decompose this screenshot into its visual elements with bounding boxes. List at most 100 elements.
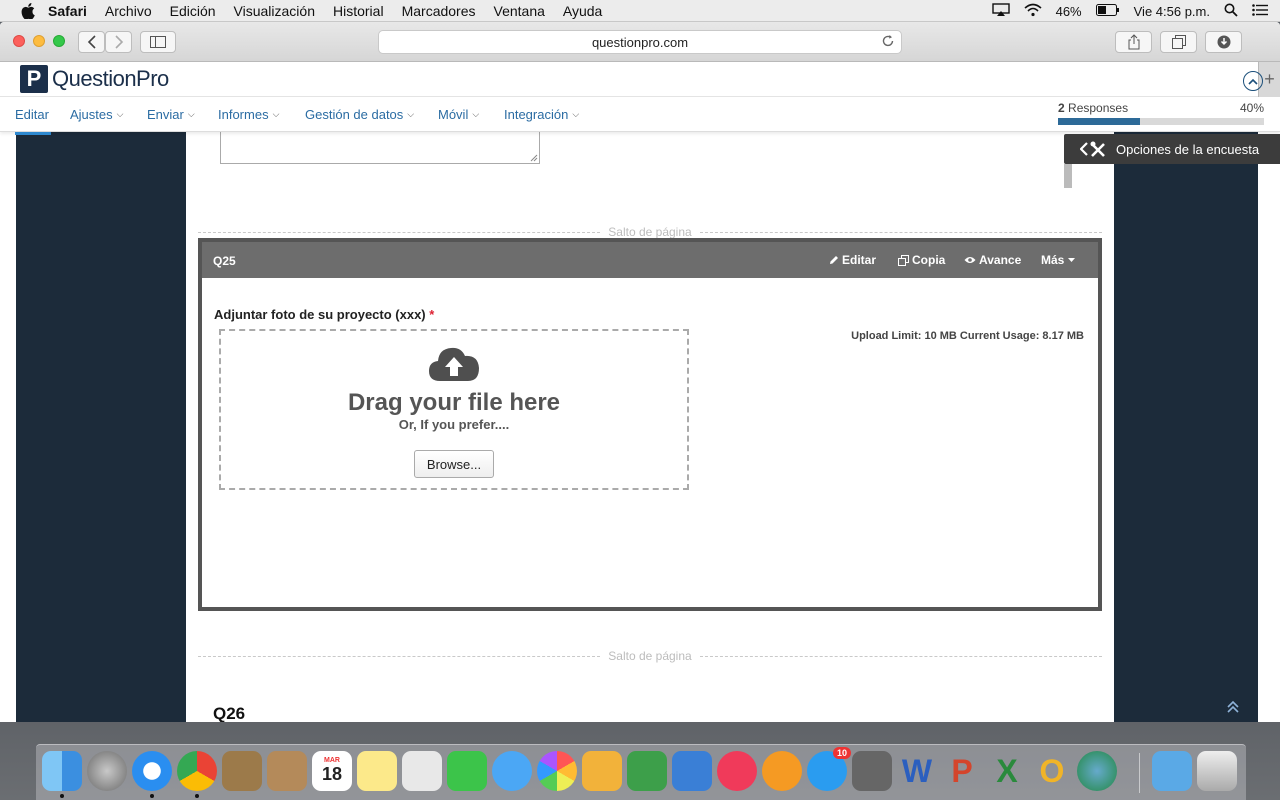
tabs-overview-button[interactable] (1160, 31, 1197, 53)
app-store-badge: 10 (832, 747, 851, 759)
downloads-button[interactable] (1205, 31, 1242, 53)
chevron-down-icon: ⌵ (472, 109, 480, 119)
chevron-down-icon: ⌵ (116, 109, 124, 119)
spotlight-icon[interactable] (1224, 3, 1238, 20)
survey-options-button[interactable]: Opciones de la encuesta (1064, 134, 1280, 164)
itunes-icon[interactable] (717, 751, 757, 791)
menubar-clock[interactable]: Vie 4:56 p.m. (1134, 4, 1210, 19)
tab-movil[interactable]: Móvil ⌵ (438, 107, 479, 122)
question-title: Adjuntar foto de su proyecto (xxx) * (214, 307, 435, 322)
back-button[interactable] (78, 31, 105, 53)
word-icon[interactable]: W (897, 751, 937, 791)
questionpro-logo[interactable]: P QuestionPro (20, 65, 169, 93)
question-q25[interactable]: Q25 Editar Copia Avance Más Adjuntar fot… (198, 238, 1102, 611)
cloud-upload-icon (429, 347, 479, 381)
sidebar-toggle-button[interactable] (140, 31, 176, 53)
tab-ajustes[interactable]: Ajustes ⌵ (70, 107, 123, 122)
pages-icon[interactable] (582, 751, 622, 791)
chrome-icon[interactable] (177, 751, 217, 791)
file-drop-zone[interactable]: Drag your file here Or, If you prefer...… (219, 329, 689, 490)
messages-icon[interactable] (492, 751, 532, 791)
battery-percent: 46% (1055, 3, 1082, 19)
running-indicator (60, 794, 64, 798)
wifi-icon[interactable] (1024, 3, 1042, 20)
apple-icon[interactable] (20, 2, 36, 19)
more-options-button[interactable]: Más (1041, 253, 1076, 267)
tab-editar[interactable]: Editar (15, 107, 49, 122)
tab-informes[interactable]: Informes ⌵ (218, 107, 279, 122)
question-q26-number[interactable]: Q26 (213, 704, 245, 722)
scroll-to-top-button[interactable] (1226, 700, 1244, 718)
forward-button[interactable] (105, 31, 132, 53)
powerpoint-icon[interactable]: P (942, 751, 982, 791)
safari-window: questionpro.com + P QuestionPro Editar A… (0, 22, 1280, 722)
tab-label: Móvil (438, 107, 469, 122)
browse-button[interactable]: Browse... (414, 450, 494, 478)
ibooks-icon[interactable] (762, 751, 802, 791)
tabs-icon (1171, 35, 1186, 49)
finder-icon[interactable] (42, 751, 82, 791)
system-preferences-icon[interactable] (852, 751, 892, 791)
left-sidebar (16, 132, 186, 722)
contacts-icon[interactable] (267, 751, 307, 791)
tab-label: Editar (15, 107, 49, 122)
chevron-right-icon (114, 35, 123, 49)
menu-safari[interactable]: Safari (48, 3, 87, 19)
menu-marcadores[interactable]: Marcadores (402, 3, 476, 19)
menu-ventana[interactable]: Ventana (494, 3, 545, 19)
double-chevron-up-icon (1227, 700, 1239, 713)
or-prefer-text: Or, If you prefer.... (398, 417, 510, 432)
running-indicator (195, 794, 199, 798)
tab-gestion-de-datos[interactable]: Gestión de datos ⌵ (305, 107, 414, 122)
notes-icon[interactable] (357, 751, 397, 791)
browser-toolbar: questionpro.com (0, 22, 1280, 62)
zoom-window-button[interactable] (53, 35, 65, 47)
outlook-icon[interactable]: O (1032, 751, 1072, 791)
downloads-folder-icon[interactable] (1152, 751, 1192, 791)
mail-stamp-icon[interactable] (222, 751, 262, 791)
question-number: Q25 (213, 254, 236, 268)
launchpad-icon[interactable] (87, 751, 127, 791)
menu-archivo[interactable]: Archivo (105, 3, 152, 19)
page-break-label: Salto de página (608, 225, 692, 239)
keynote-icon[interactable] (672, 751, 712, 791)
responses-progress[interactable]: 2 Responses 40% (1058, 101, 1264, 125)
copy-question-button[interactable]: Copia (898, 253, 945, 267)
trash-icon[interactable] (1197, 751, 1237, 791)
calendar-day: 18 (321, 764, 343, 784)
menu-bar: Safari Archivo Edición Visualización His… (0, 0, 1280, 22)
calendar-icon[interactable]: MAR 18 (312, 751, 352, 791)
safari-icon[interactable] (132, 751, 172, 791)
chevron-down-icon: ⌵ (187, 109, 195, 119)
menu-ayuda[interactable]: Ayuda (563, 3, 602, 19)
reload-icon[interactable] (881, 34, 895, 51)
resize-handle-icon[interactable] (530, 154, 538, 162)
menu-historial[interactable]: Historial (333, 3, 384, 19)
previous-question-textarea[interactable] (220, 132, 540, 164)
notification-center-icon[interactable] (1252, 3, 1268, 19)
excel-icon[interactable]: X (987, 751, 1027, 791)
tab-integracion[interactable]: Integración ⌵ (504, 107, 579, 122)
numbers-icon[interactable] (627, 751, 667, 791)
facetime-icon[interactable] (447, 751, 487, 791)
app-store-icon[interactable]: 10 (807, 747, 851, 791)
preview-question-button[interactable]: Avance (964, 253, 1021, 267)
airplay-icon[interactable] (991, 2, 1010, 20)
menu-edicion[interactable]: Edición (170, 3, 216, 19)
tab-enviar[interactable]: Enviar ⌵ (147, 107, 195, 122)
tab-label: Integración (504, 107, 569, 122)
address-bar[interactable]: questionpro.com (378, 30, 902, 54)
reminders-icon[interactable] (402, 751, 442, 791)
minimize-window-button[interactable] (33, 35, 45, 47)
share-button[interactable] (1115, 31, 1152, 53)
chevron-down-icon: ⌵ (272, 109, 280, 119)
progress-bar-fill (1058, 118, 1141, 125)
close-window-button[interactable] (13, 35, 25, 47)
menu-visualizacion[interactable]: Visualización (234, 3, 315, 19)
network-globe-icon[interactable] (1077, 751, 1117, 791)
sidebar-icon (150, 36, 166, 48)
collapse-header-button[interactable] (1243, 71, 1263, 91)
battery-icon[interactable] (1095, 3, 1120, 19)
photos-icon[interactable] (537, 751, 577, 791)
edit-question-button[interactable]: Editar (829, 253, 876, 267)
